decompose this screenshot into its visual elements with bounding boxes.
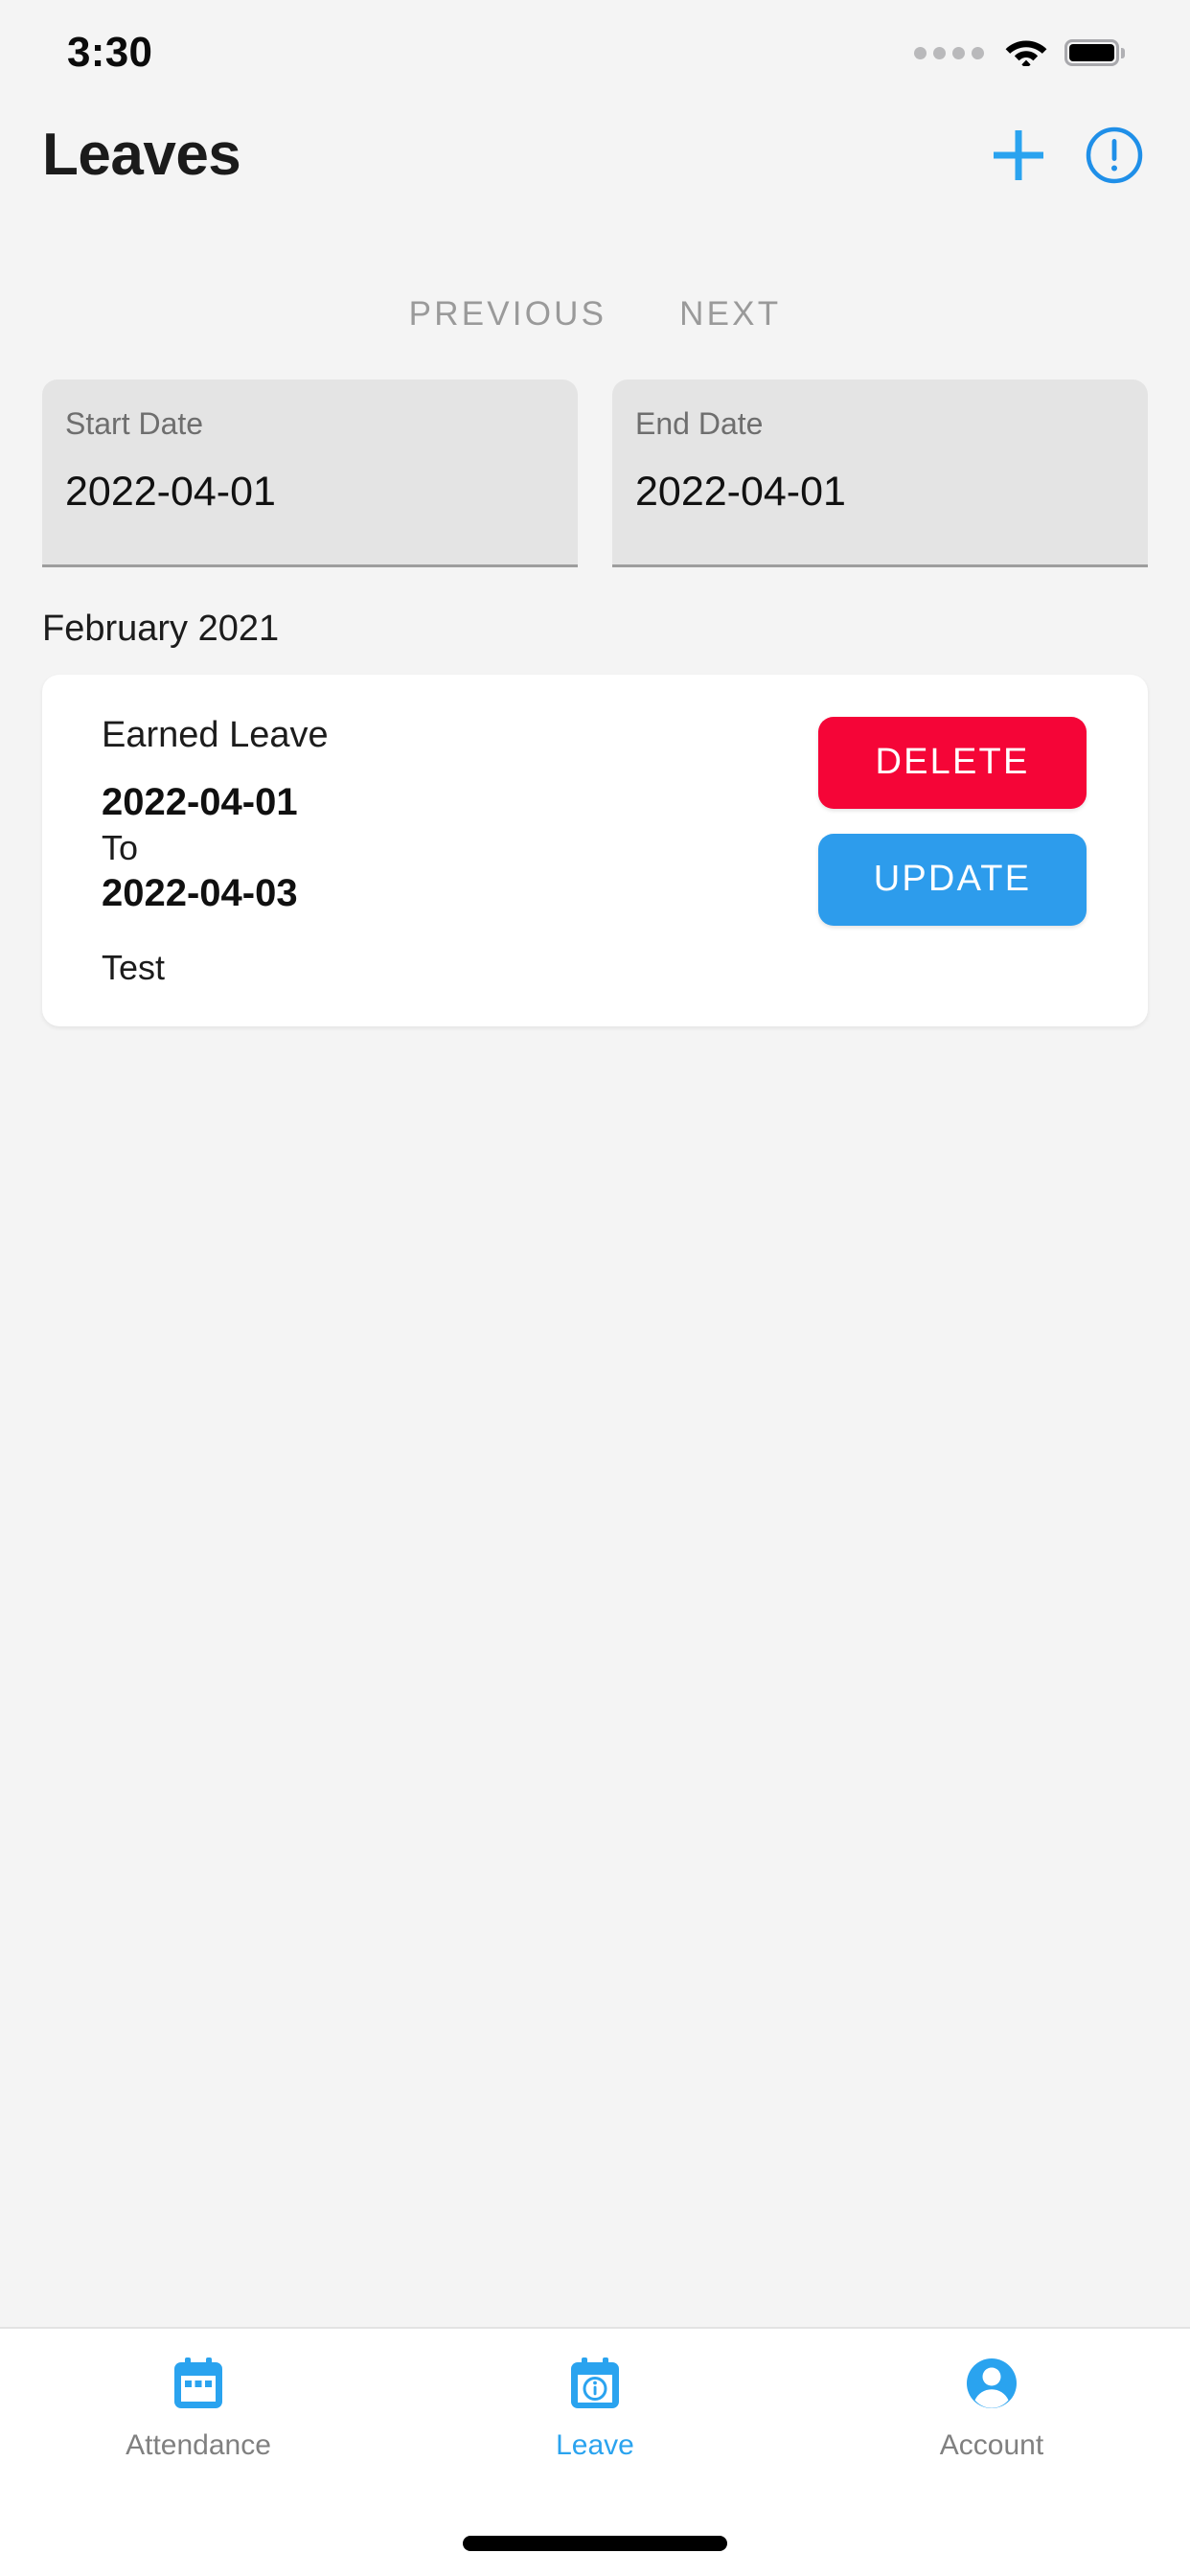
calendar-dots-icon [169,2354,228,2418]
tab-leave-label: Leave [556,2429,634,2461]
app-header: Leaves [0,105,1190,205]
leave-to-date: 2022-04-03 [102,872,298,915]
page-title: Leaves [42,122,241,188]
leave-card-actions: DELETE UPDATE [818,709,1127,926]
header-actions [989,126,1144,185]
end-date-field[interactable]: End Date 2022-04-01 [612,380,1148,567]
tab-account[interactable]: Account [793,2354,1190,2460]
exclamation-circle-icon[interactable] [1085,126,1144,185]
signal-dots-icon [914,46,984,59]
tab-leave[interactable]: Leave [397,2354,793,2460]
next-button[interactable]: NEXT [670,289,790,339]
tab-account-label: Account [939,2429,1044,2461]
start-date-label: Start Date [65,406,204,441]
tab-attendance-label: Attendance [126,2429,271,2461]
tab-attendance[interactable]: Attendance [0,2354,397,2460]
leave-reason: Test [102,948,166,988]
start-date-field[interactable]: Start Date 2022-04-01 [42,380,578,567]
end-date-label: End Date [635,406,764,441]
update-button[interactable]: UPDATE [818,833,1087,926]
bottom-tab-bar: Attendance Leave Account [0,2327,1190,2576]
status-bar-indicators [914,35,1125,71]
plus-icon[interactable] [989,126,1048,185]
calendar-info-icon [565,2354,625,2418]
leave-details: Earned Leave 2022-04-01 To 2022-04-03 Te… [102,709,329,989]
battery-full-icon [1064,39,1125,66]
end-date-value[interactable]: 2022-04-01 [635,468,1125,518]
month-pager: PREVIOUS NEXT [0,289,1190,339]
leave-from-date: 2022-04-01 [102,781,298,824]
date-filter-row: Start Date 2022-04-01 End Date 2022-04-0… [0,380,1190,567]
leave-card: Earned Leave 2022-04-01 To 2022-04-03 Te… [42,674,1148,1027]
leave-type: Earned Leave [102,714,329,755]
home-indicator[interactable] [463,2536,727,2551]
previous-button[interactable]: PREVIOUS [400,289,616,339]
wifi-icon [1005,35,1047,71]
leave-to-label: To [102,828,139,868]
status-bar: 3:30 [0,0,1190,105]
person-circle-icon [962,2354,1021,2418]
month-section-header: February 2021 [42,609,280,649]
delete-button[interactable]: DELETE [818,716,1087,809]
status-bar-time: 3:30 [67,29,153,76]
leave-list: Earned Leave 2022-04-01 To 2022-04-03 Te… [0,674,1190,1027]
start-date-value[interactable]: 2022-04-01 [65,468,555,518]
